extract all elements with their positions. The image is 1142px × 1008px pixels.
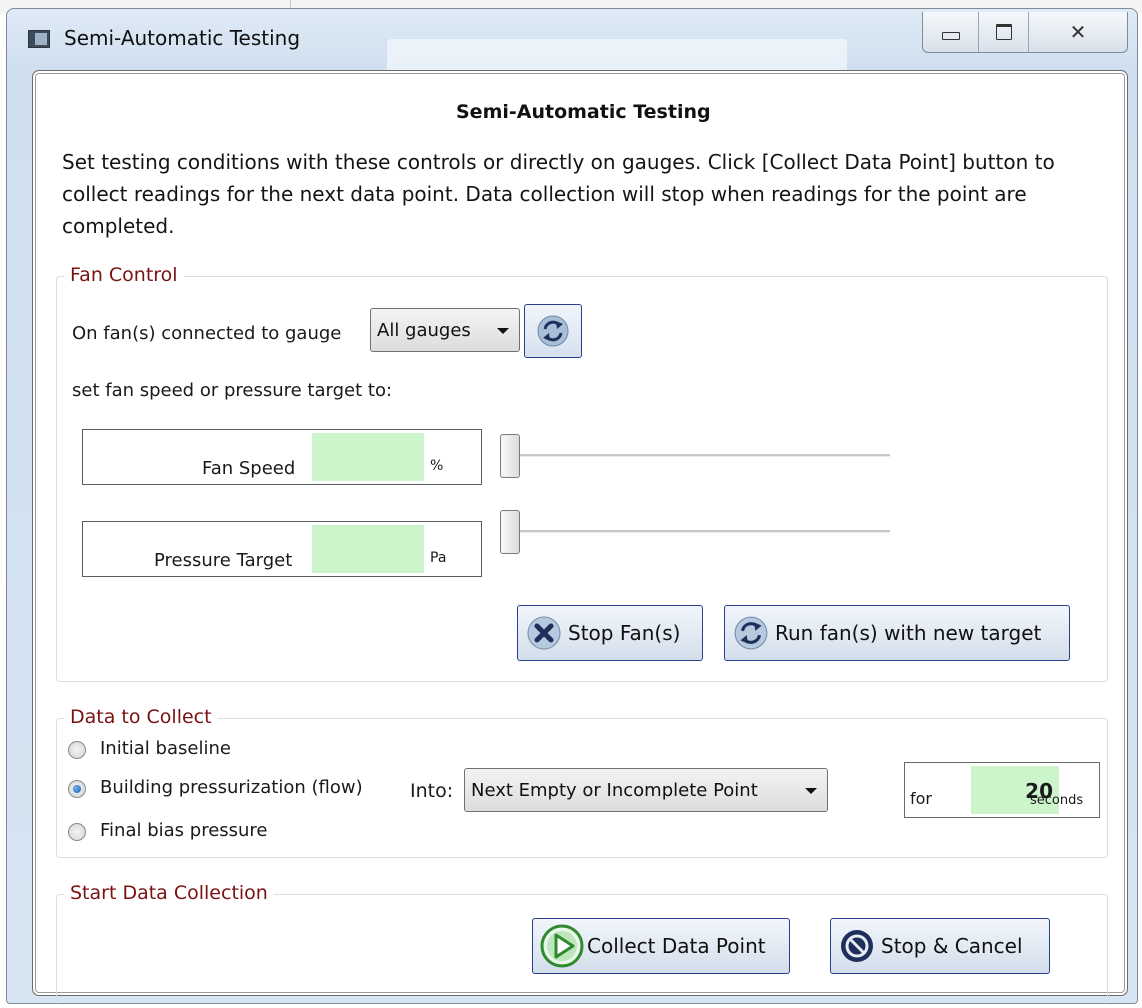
pressure-target-input[interactable] bbox=[312, 525, 424, 573]
radio-building-pressurization-label: Building pressurization (flow) bbox=[100, 777, 363, 798]
chevron-down-icon bbox=[497, 328, 509, 334]
fan-speed-slider-thumb[interactable] bbox=[500, 434, 520, 478]
radio-initial-baseline-label: Initial baseline bbox=[100, 738, 231, 759]
gauge-select-value: All gauges bbox=[377, 319, 471, 341]
pressure-target-slider[interactable] bbox=[500, 530, 890, 533]
fan-speed-input[interactable] bbox=[312, 433, 424, 481]
collect-data-point-button[interactable]: Collect Data Point bbox=[532, 918, 790, 974]
fan-speed-slider[interactable] bbox=[500, 454, 890, 457]
radio-final-bias-label: Final bias pressure bbox=[100, 820, 268, 841]
close-icon: ✕ bbox=[1069, 20, 1087, 44]
fan-speed-unit: % bbox=[430, 458, 444, 474]
window-app-icon bbox=[28, 30, 50, 48]
caption-buttons: ✕ bbox=[922, 12, 1128, 53]
into-select-value: Next Empty or Incomplete Point bbox=[471, 779, 758, 801]
data-to-collect-legend: Data to Collect bbox=[64, 706, 218, 728]
intro-text: Set testing conditions with these contro… bbox=[62, 150, 1055, 238]
refresh-arrows-icon bbox=[733, 615, 769, 651]
pressure-target-slider-thumb[interactable] bbox=[500, 510, 520, 554]
stop-and-cancel-button[interactable]: Stop & Cancel bbox=[830, 918, 1050, 974]
stop-fans-label: Stop Fan(s) bbox=[568, 621, 681, 645]
refresh-gauges-button[interactable] bbox=[524, 304, 582, 358]
minimize-button[interactable] bbox=[923, 12, 979, 52]
maximize-button[interactable] bbox=[979, 12, 1029, 52]
dialog-heading: Semi-Automatic Testing bbox=[456, 101, 711, 123]
minimize-icon bbox=[941, 32, 960, 40]
pressure-target-unit: Pa bbox=[430, 550, 447, 566]
into-label: Into: bbox=[410, 780, 454, 802]
window-title: Semi-Automatic Testing bbox=[64, 26, 301, 50]
into-select[interactable]: Next Empty or Incomplete Point bbox=[464, 768, 828, 812]
run-fans-button[interactable]: Run fan(s) with new target bbox=[724, 605, 1070, 661]
fan-speed-label: Fan Speed bbox=[202, 458, 296, 479]
radio-final-bias[interactable] bbox=[68, 823, 86, 841]
maximize-icon bbox=[995, 24, 1012, 40]
seconds-label: seconds bbox=[1030, 793, 1084, 808]
close-button[interactable]: ✕ bbox=[1029, 12, 1127, 52]
target-label: set fan speed or pressure target to: bbox=[72, 380, 393, 401]
gauge-select[interactable]: All gauges bbox=[370, 308, 520, 352]
pressure-target-label: Pressure Target bbox=[154, 550, 293, 571]
duration-box: for 20 seconds bbox=[904, 762, 1100, 818]
for-label: for bbox=[910, 789, 932, 808]
collect-data-point-label: Collect Data Point bbox=[587, 934, 766, 958]
start-data-collection-legend: Start Data Collection bbox=[64, 882, 274, 904]
radio-initial-baseline[interactable] bbox=[68, 741, 86, 759]
stop-x-icon bbox=[526, 615, 562, 651]
radio-building-pressurization[interactable] bbox=[68, 780, 86, 798]
no-entry-icon bbox=[839, 928, 875, 964]
stop-and-cancel-label: Stop & Cancel bbox=[881, 934, 1023, 958]
refresh-arrows-icon bbox=[537, 315, 569, 347]
fan-control-legend: Fan Control bbox=[64, 264, 184, 286]
gauge-label: On fan(s) connected to gauge bbox=[72, 323, 342, 344]
chevron-down-icon bbox=[805, 788, 817, 794]
stop-fans-button[interactable]: Stop Fan(s) bbox=[517, 605, 703, 661]
run-fans-label: Run fan(s) with new target bbox=[775, 621, 1042, 645]
play-icon bbox=[539, 923, 585, 969]
